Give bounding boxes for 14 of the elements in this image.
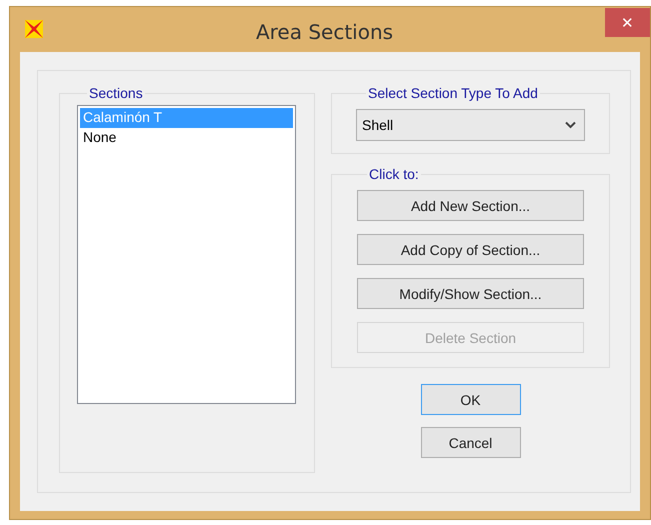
action-button[interactable]: Modify/Show Section... [357,278,584,309]
action-button[interactable]: Add Copy of Section... [357,234,584,265]
group-label: Click to: [368,166,420,182]
close-button[interactable]: ✕ [605,8,650,37]
group-label: Select Section Type To Add [367,85,539,101]
section-type-dropdown[interactable]: Shell [356,109,585,141]
chevron-down-icon [565,121,576,129]
group-label: Sections [88,85,144,101]
ok-button[interactable]: OK [420,384,520,415]
window-title: Area Sections [254,19,394,44]
action-button[interactable]: Add New Section... [357,190,584,221]
list-item[interactable]: None [80,128,293,148]
app-icon [24,19,44,39]
cancel-button[interactable]: Cancel [420,427,520,458]
